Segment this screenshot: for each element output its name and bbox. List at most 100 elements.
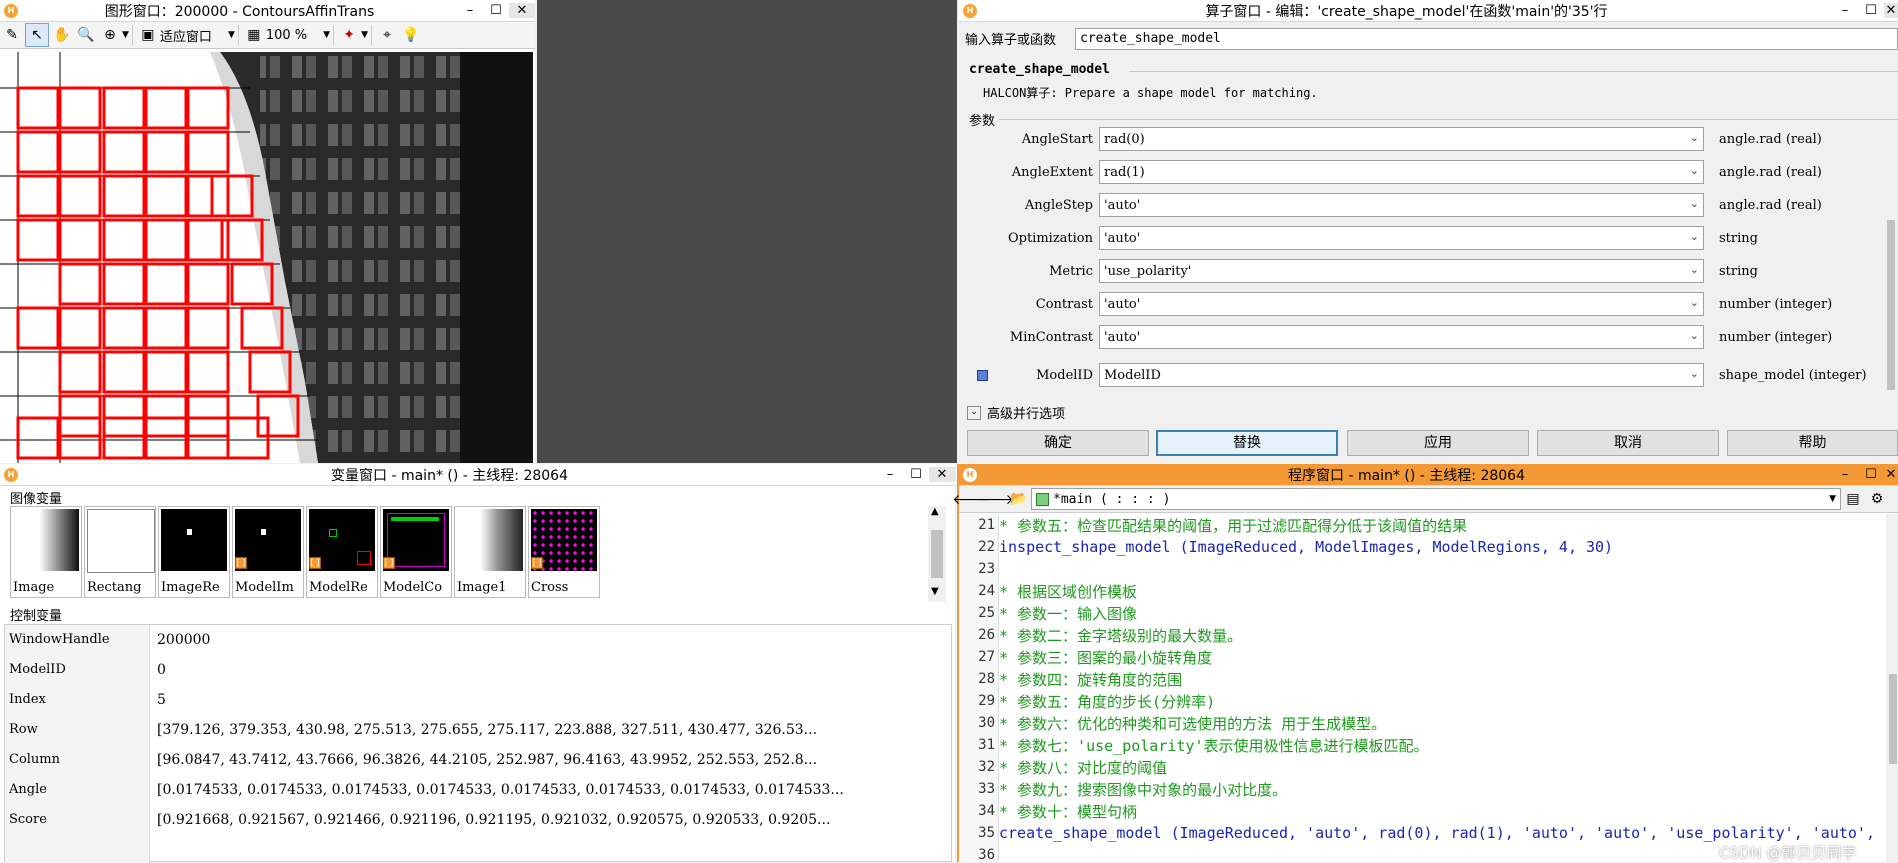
code-line[interactable]: 30 * 参数六：优化的种类和可选使用的方法 用于生成模型。 xyxy=(959,712,1886,734)
procedure-settings-icon[interactable]: ⚙ xyxy=(1866,488,1888,510)
fit-window-label[interactable]: 适应窗口 xyxy=(160,26,212,45)
palette-dropdown-icon[interactable]: ▼ xyxy=(361,30,368,40)
code-line[interactable]: 26 * 参数二：金字塔级别的最大数量。 xyxy=(959,624,1886,646)
param-value-input[interactable]: 'auto' ⌄ xyxy=(1099,226,1704,250)
forward-arrow-icon[interactable]: 🡒 xyxy=(976,488,1014,510)
zoom-level-value[interactable]: 100 % xyxy=(266,28,307,43)
image-thumb[interactable]: Image xyxy=(10,506,82,598)
zoom-in-icon[interactable]: ⊕ xyxy=(99,24,121,46)
fit-window-icon[interactable]: ▣ xyxy=(137,24,159,46)
code-line[interactable]: 25 * 参数一：输入图像 xyxy=(959,602,1886,624)
image-vars-scrollbar-thumb[interactable] xyxy=(931,530,943,578)
replace-button[interactable]: 替换 xyxy=(1156,430,1338,456)
code-editor-scrollbar[interactable] xyxy=(1886,514,1898,862)
param-value-input[interactable]: 'auto' ⌄ xyxy=(1099,325,1704,349)
pointer-icon[interactable]: ↖ xyxy=(25,23,49,47)
chevron-down-icon[interactable]: ▼ xyxy=(931,586,939,597)
image-thumb[interactable]: [ ] ModelIm xyxy=(232,506,304,598)
code-line[interactable]: 21 * 参数五：检查匹配结果的阈值，用于过滤匹配得分低于该阈值的结果 xyxy=(959,514,1886,536)
program-window-titlebar[interactable]: H 程序窗口 - main* () - 主线程: 28064 – ☐ ✕ xyxy=(959,464,1898,486)
chevron-down-icon[interactable]: ▼ xyxy=(1829,494,1836,504)
chevron-down-icon[interactable]: ⌄ xyxy=(1690,329,1699,342)
close-button[interactable]: ✕ xyxy=(1884,3,1898,18)
maximize-button[interactable]: ☐ xyxy=(903,467,929,482)
control-var-row[interactable]: Score [0.921668, 0.921567, 0.921466, 0.92… xyxy=(5,805,953,835)
code-line[interactable]: 23 xyxy=(959,558,1886,580)
control-var-row[interactable]: Index 5 xyxy=(5,685,953,715)
control-var-row[interactable]: ModelID 0 xyxy=(5,655,953,685)
image-thumb[interactable]: [ ] Cross xyxy=(528,506,600,598)
zoom-dropdown-icon[interactable]: ▼ xyxy=(122,30,129,40)
code-line[interactable]: 31 * 参数七：'use_polarity'表示使用极性信息进行模板匹配。 xyxy=(959,734,1886,756)
image-thumb[interactable]: [ ] ModelCo xyxy=(380,506,452,598)
minimize-button[interactable]: – xyxy=(877,467,903,482)
code-line[interactable]: 29 * 参数五：角度的步长(分辨率) xyxy=(959,690,1886,712)
edit-icon[interactable]: ✎ xyxy=(1,24,23,46)
param-value-input[interactable]: rad(0) ⌄ xyxy=(1099,127,1704,151)
help-button[interactable]: 帮助 xyxy=(1727,430,1898,456)
ok-button[interactable]: 确定 xyxy=(967,430,1149,456)
code-line[interactable]: 34 * 参数十：模型句柄 xyxy=(959,800,1886,822)
code-line[interactable]: 33 * 参数九：搜索图像中对象的最小对比度。 xyxy=(959,778,1886,800)
color-palette-icon[interactable]: ✦ xyxy=(338,24,360,46)
image-vars-scrollbar[interactable]: ▲ ▼ xyxy=(928,506,946,602)
chevron-down-icon[interactable]: ⌄ xyxy=(1690,296,1699,309)
operator-input[interactable]: create_shape_model xyxy=(1075,28,1898,50)
chevron-down-icon[interactable]: ⌄ xyxy=(1690,367,1699,380)
zoom-level-dropdown-icon[interactable]: ▼ xyxy=(323,30,330,40)
chevron-up-icon[interactable]: ▲ xyxy=(931,506,939,517)
advanced-options[interactable]: ⌄ 高级并行选项 xyxy=(967,403,1065,422)
fit-dropdown-icon[interactable]: ▼ xyxy=(228,30,235,40)
graphics-window-titlebar[interactable]: H 图形窗口：200000 - ContoursAffinTrans – ☐ ✕ xyxy=(0,0,535,22)
apply-button[interactable]: 应用 xyxy=(1347,430,1529,456)
control-var-row[interactable]: WindowHandle 200000 xyxy=(5,625,953,655)
maximize-button[interactable]: ☐ xyxy=(1858,467,1884,482)
minimize-button[interactable]: – xyxy=(457,3,483,18)
minimize-button[interactable]: – xyxy=(1832,467,1858,482)
code-line[interactable]: 24 * 根据区域创作模板 xyxy=(959,580,1886,602)
param-value-input[interactable]: ModelID ⌄ xyxy=(1099,363,1704,387)
control-var-row[interactable]: Angle [0.0174533, 0.0174533, 0.0174533, 0… xyxy=(5,775,953,805)
close-button[interactable]: ✕ xyxy=(509,3,535,18)
image-thumb[interactable]: Image1 xyxy=(454,506,526,598)
chevron-down-icon[interactable]: ⌄ xyxy=(1690,197,1699,210)
expand-icon[interactable]: ⌄ xyxy=(967,405,981,420)
params-scrollbar[interactable] xyxy=(1884,120,1898,392)
open-procedure-icon[interactable]: 📂 xyxy=(1008,488,1030,510)
chevron-down-icon[interactable]: ⌄ xyxy=(1690,131,1699,144)
inspect-icon[interactable]: ⌖ xyxy=(376,24,398,46)
param-value-input[interactable]: rad(1) ⌄ xyxy=(1099,160,1704,184)
control-var-row[interactable]: Column [96.0847, 43.7412, 43.7666, 96.382… xyxy=(5,745,953,775)
param-value-input[interactable]: 'use_polarity' ⌄ xyxy=(1099,259,1704,283)
maximize-button[interactable]: ☐ xyxy=(483,3,509,18)
control-var-row[interactable]: Row [379.126, 379.353, 430.98, 275.513, 2… xyxy=(5,715,953,745)
chevron-down-icon[interactable]: ⌄ xyxy=(1690,263,1699,276)
chevron-down-icon[interactable]: ⌄ xyxy=(1690,164,1699,177)
close-button[interactable]: ✕ xyxy=(929,467,955,482)
params-scrollbar-thumb[interactable] xyxy=(1887,220,1895,390)
procedure-edit-icon[interactable]: ▤ xyxy=(1842,488,1864,510)
image-thumb[interactable]: [ ] ModelRe xyxy=(306,506,378,598)
code-editor-scrollbar-thumb[interactable] xyxy=(1889,674,1897,764)
chevron-down-icon[interactable]: ⌄ xyxy=(1690,230,1699,243)
code-line[interactable]: 27 * 参数三：图案的最小旋转角度 xyxy=(959,646,1886,668)
procedure-selector[interactable]: *main ( : : : ) ▼ xyxy=(1031,488,1841,510)
image-thumb[interactable]: ImageRe xyxy=(158,506,230,598)
maximize-button[interactable]: ☐ xyxy=(1858,3,1884,18)
hand-icon[interactable]: ✋ xyxy=(51,24,73,46)
param-value-input[interactable]: 'auto' ⌄ xyxy=(1099,292,1704,316)
code-line[interactable]: 28 * 参数四：旋转角度的范围 xyxy=(959,668,1886,690)
code-editor[interactable]: 21 * 参数五：检查匹配结果的阈值，用于过滤匹配得分低于该阈值的结果 22 ins… xyxy=(959,514,1886,862)
code-line[interactable]: 35 create_shape_model (ImageReduced, 'aut… xyxy=(959,822,1886,844)
image-thumb[interactable]: Rectang xyxy=(84,506,156,598)
param-value-input[interactable]: 'auto' ⌄ xyxy=(1099,193,1704,217)
variable-window-titlebar[interactable]: H 变量窗口 - main* () - 主线程: 28064 – ☐ ✕ xyxy=(0,464,955,486)
cancel-button[interactable]: 取消 xyxy=(1537,430,1719,456)
lightbulb-icon[interactable]: 💡 xyxy=(400,24,422,46)
code-line[interactable]: 32 * 参数八：对比度的阈值 xyxy=(959,756,1886,778)
minimize-button[interactable]: – xyxy=(1832,3,1858,18)
operator-window-titlebar[interactable]: H 算子窗口 - 编辑：'create_shape_model'在函数'main… xyxy=(959,0,1898,22)
image-canvas[interactable] xyxy=(0,52,533,463)
magnifier-icon[interactable]: 🔍 xyxy=(75,24,97,46)
code-line[interactable]: 22 inspect_shape_model (ImageReduced, Mod… xyxy=(959,536,1886,558)
